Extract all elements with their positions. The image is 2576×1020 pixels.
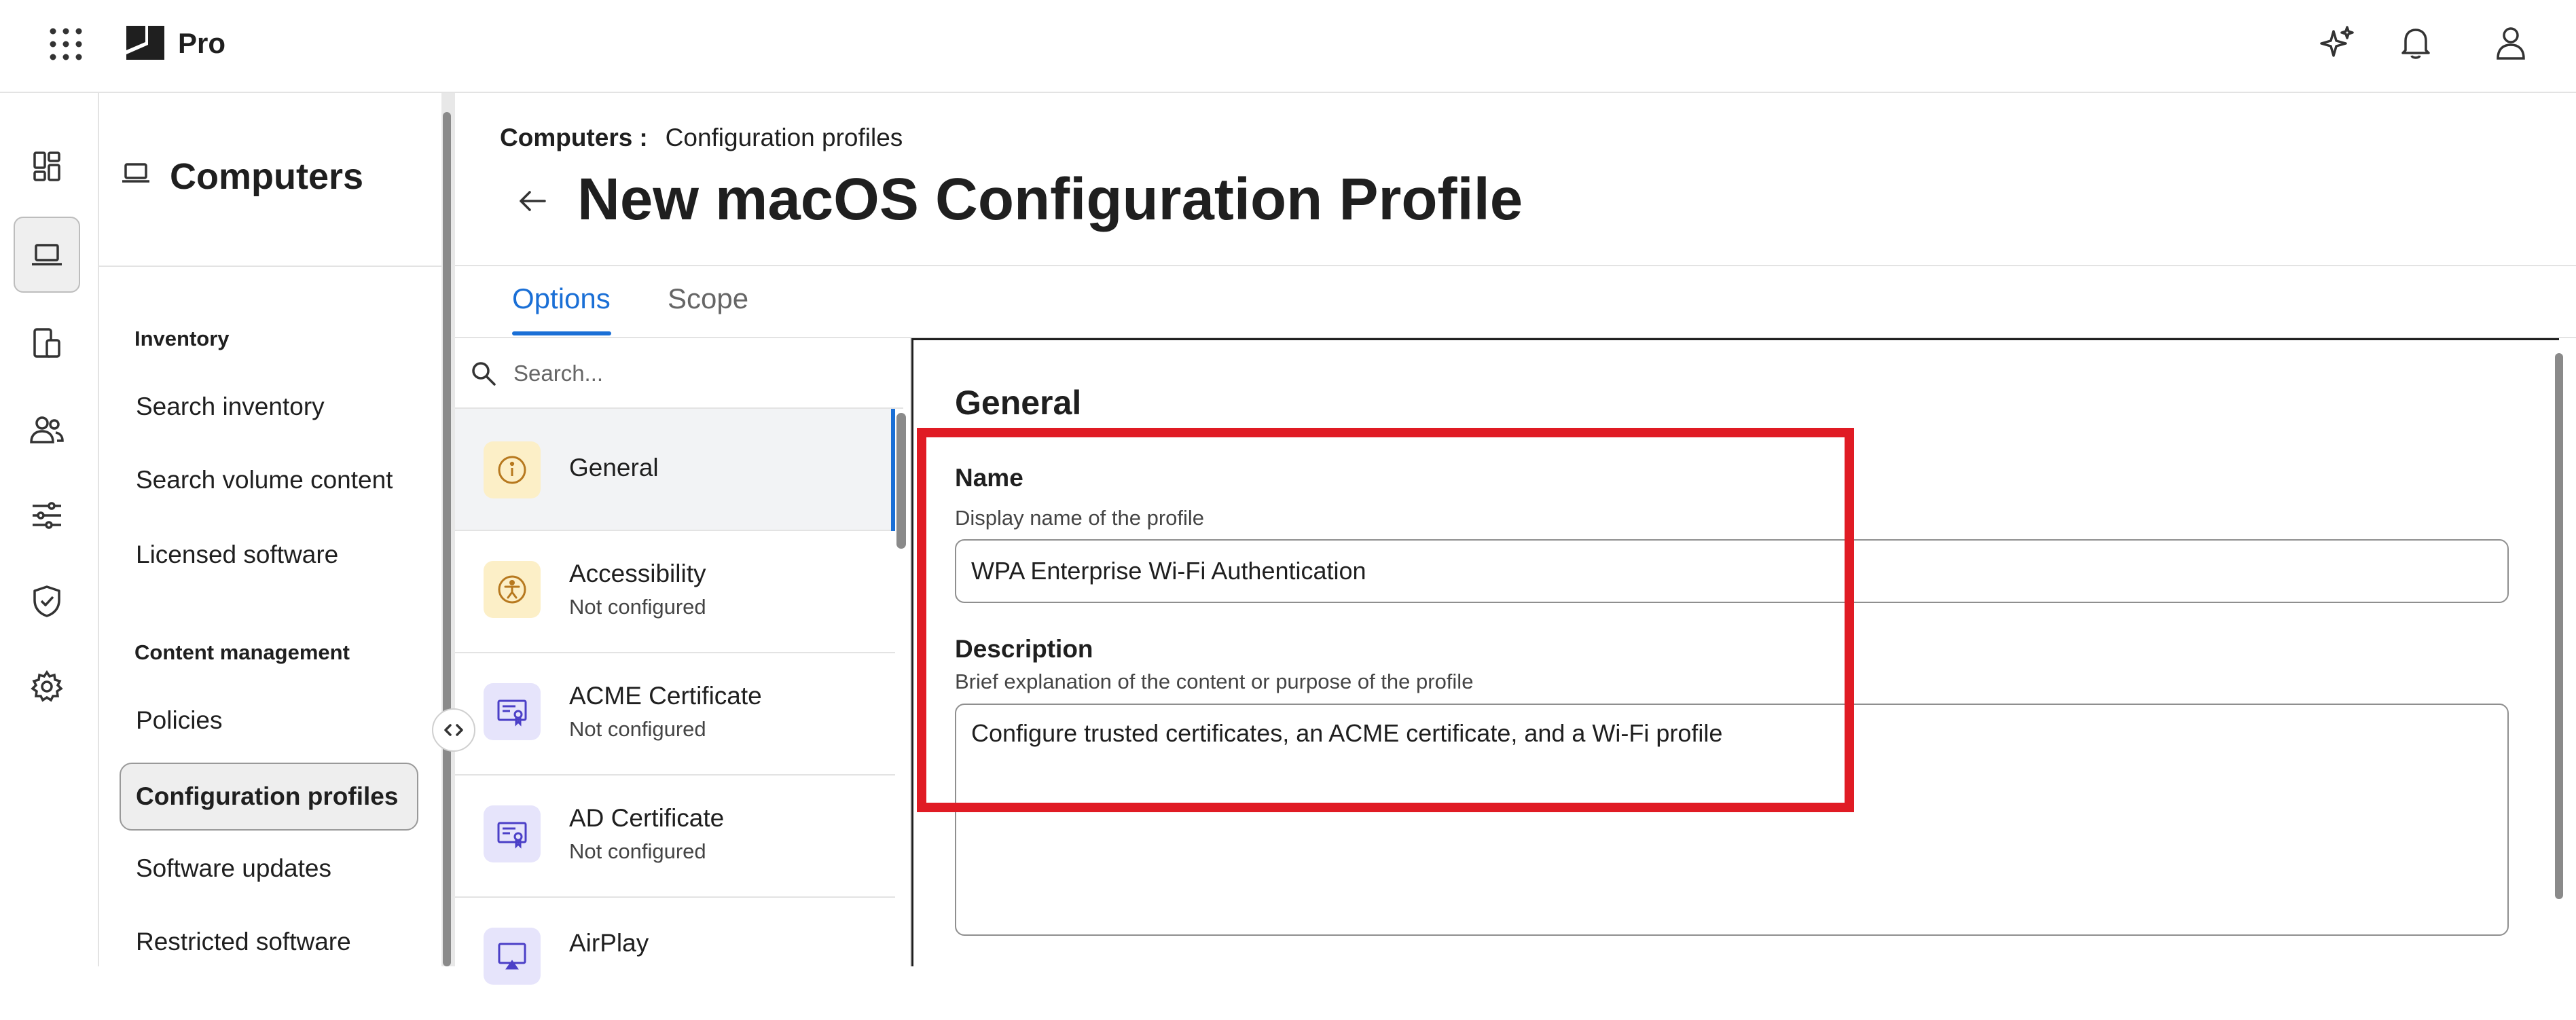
search-input[interactable] <box>512 354 882 393</box>
accessibility-icon <box>484 561 541 618</box>
description-label: Description <box>955 635 1093 663</box>
breadcrumb-current: Configuration profiles <box>665 124 903 151</box>
breadcrumb-separator: : <box>639 124 648 151</box>
payload-item-airplay[interactable]: AirPlay <box>455 898 895 1020</box>
payload-list: General Accessibility Not configured ACM… <box>455 338 911 985</box>
payload-name: Accessibility <box>569 560 706 587</box>
settings-sliders-icon[interactable] <box>14 477 80 553</box>
name-label: Name <box>955 464 1023 492</box>
nav-item-licensed-software[interactable]: Licensed software <box>120 521 418 589</box>
certificate-icon <box>484 805 541 862</box>
payload-item-acme-certificate[interactable]: ACME Certificate Not configured <box>455 653 895 776</box>
user-icon[interactable] <box>2490 22 2532 64</box>
description-help-text: Brief explanation of the content or purp… <box>955 670 1474 693</box>
payload-name: ACME Certificate <box>569 682 762 710</box>
shield-check-icon[interactable] <box>14 563 80 639</box>
payload-item-ad-certificate[interactable]: AD Certificate Not configured <box>455 776 895 898</box>
top-bar: Pro <box>0 0 2576 93</box>
certificate-icon <box>484 683 541 740</box>
payload-search <box>455 338 903 409</box>
back-arrow-icon[interactable] <box>511 179 554 223</box>
brand-logo-icon[interactable] <box>125 23 167 62</box>
nav-item-software-updates[interactable]: Software updates <box>120 835 418 903</box>
search-icon <box>470 360 497 387</box>
apps-grid-icon[interactable] <box>46 24 86 64</box>
tab-options[interactable]: Options <box>512 278 611 319</box>
nav-item-restricted-software[interactable]: Restricted software <box>120 908 418 976</box>
active-tab-indicator <box>512 331 611 335</box>
payload-item-accessibility[interactable]: Accessibility Not configured <box>455 531 895 653</box>
dashboard-icon[interactable] <box>14 128 80 204</box>
airplay-icon <box>484 928 541 985</box>
nav-section-content-management: Content management <box>134 640 350 664</box>
payload-status: Not configured <box>569 595 706 619</box>
icon-rail <box>0 93 99 966</box>
brand-name: Pro <box>178 27 226 59</box>
users-icon[interactable] <box>14 392 80 468</box>
payload-status: Not configured <box>569 717 706 741</box>
laptop-icon <box>121 161 151 185</box>
nav-scrollbar-thumb[interactable] <box>443 112 451 966</box>
payload-status: Not configured <box>569 839 706 863</box>
nav-title: Computers <box>170 156 364 197</box>
bell-icon[interactable] <box>2395 22 2437 64</box>
active-payload-indicator <box>891 409 895 531</box>
page-title: New macOS Configuration Profile <box>577 166 1523 232</box>
name-field[interactable] <box>955 539 2509 603</box>
nav-item-configuration-profiles[interactable]: Configuration profiles <box>120 763 418 831</box>
header-divider <box>455 265 2576 266</box>
payload-item-general[interactable]: General <box>455 409 895 531</box>
payload-name: AirPlay <box>569 929 649 957</box>
mobile-devices-icon[interactable] <box>14 305 80 381</box>
breadcrumb-computers-link[interactable]: Computers <box>500 124 632 151</box>
payload-name: AD Certificate <box>569 804 725 832</box>
nav-item-search-inventory[interactable]: Search inventory <box>120 373 418 441</box>
info-icon <box>484 441 541 498</box>
nav-item-policies[interactable]: Policies <box>120 687 418 754</box>
sparkles-icon[interactable] <box>2316 22 2358 64</box>
breadcrumb: Computers: Configuration profiles <box>500 122 903 153</box>
nav-header: Computers <box>99 93 444 267</box>
nav-section-inventory: Inventory <box>134 327 230 350</box>
payload-list-scrollbar[interactable] <box>896 413 906 549</box>
payload-name: General <box>569 454 659 481</box>
section-nav: Computers Inventory Search inventory Sea… <box>99 93 444 966</box>
nav-item-search-volume-content[interactable]: Search volume content <box>120 446 418 514</box>
form-scrollbar[interactable] <box>2555 353 2563 899</box>
section-heading: General <box>955 384 1082 422</box>
description-field[interactable]: Configure trusted certificates, an ACME … <box>955 704 2509 936</box>
gear-icon[interactable] <box>14 649 80 725</box>
tab-scope[interactable]: Scope <box>668 278 748 319</box>
name-help-text: Display name of the profile <box>955 506 1205 530</box>
laptop-icon[interactable] <box>14 217 80 293</box>
